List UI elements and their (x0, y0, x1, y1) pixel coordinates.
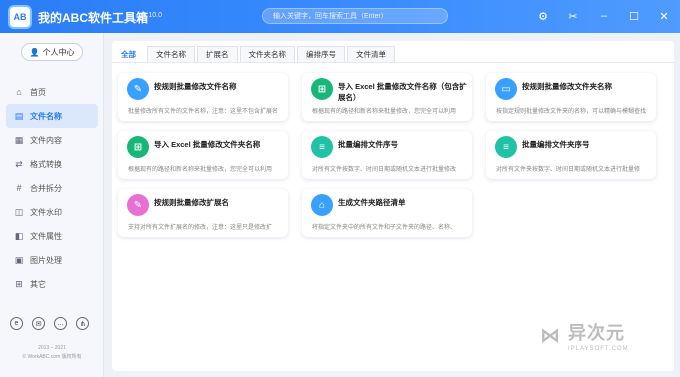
tool-card-title: 按规则批量修改扩展名 (154, 198, 229, 207)
copyright-text: © WorkABC.com 版权所有 (22, 354, 82, 360)
list-number-icon: ≡ (495, 136, 517, 158)
close-icon[interactable]: ✕ (656, 8, 672, 24)
user-icon: 👤 (29, 47, 40, 57)
minimize-icon[interactable]: – (596, 8, 612, 24)
tab-folder-name[interactable]: 文件夹名称 (239, 46, 295, 62)
attribute-icon: ◧ (14, 230, 24, 241)
user-center-label: 个人中心 (42, 47, 75, 57)
skin-icon[interactable]: ✂ (565, 8, 581, 24)
tool-card-title: 批量编排文件夹序号 (522, 140, 590, 149)
folder-icon: ▭ (495, 78, 517, 100)
excel-icon: ⊞ (127, 136, 149, 158)
settings-icon[interactable]: ⚙ (535, 8, 551, 24)
tool-card[interactable]: ≡ 批量编排文件序号 对所有文件按数字、时间日期或随机文本进行批量修改 (302, 131, 472, 179)
sidebar-item-other[interactable]: ⊞ 其它 (6, 272, 98, 296)
tool-card-desc: 按指定规则批量修改文件夹的名称，可以精确与模糊查找 (496, 109, 647, 115)
weibo-icon[interactable]: e (10, 317, 23, 330)
home-icon: ⌂ (16, 87, 22, 97)
tool-card-title: 生成文件夹路径清单 (338, 198, 406, 207)
app-version: v6.10.0 (139, 12, 162, 19)
sidebar-item-format-convert[interactable]: ⇄ 格式转换 (6, 152, 98, 176)
tool-card-desc: 对所有文件夹按数字、时间日期或随机文本进行批量修 (496, 167, 641, 173)
sidebar-item-label: 首页 (30, 87, 46, 97)
tab-extension[interactable]: 扩展名 (197, 46, 238, 62)
tool-card-desc: 根据现有的路径和新名称来批量修改，您完全可以利用 (312, 109, 457, 115)
share-icon[interactable]: ⋔ (76, 317, 89, 330)
main-panel: 全部 文件名称 扩展名 文件夹名称 编排序号 文件清单 ✎ 按规则批量修改文件名… (112, 41, 674, 371)
tab-all[interactable]: 全部 (112, 46, 145, 62)
list-number-icon: ≡ (311, 136, 333, 158)
tool-card-desc: 支持对所有文件扩展名的修改，注意：这里只是修改扩 (128, 225, 273, 231)
tool-card-desc: 对所有文件按数字、时间日期或随机文本进行批量修改 (312, 167, 457, 173)
user-center-button[interactable]: 👤 个人中心 (21, 43, 83, 61)
app-logo: AB (8, 5, 32, 29)
sidebar-nav: ⌂ 首页 ▤ 文件名称 ▦ 文件内容 ⇄ 格式转换 # 合并拆分 ◫ 文件水印 … (6, 80, 98, 296)
sidebar-item-label: 格式转换 (30, 159, 62, 169)
tab-file-name[interactable]: 文件名称 (147, 46, 195, 62)
file-content-icon: ▦ (14, 134, 24, 145)
tool-card-desc: 将指定文件夹中的所有文件和子文件夹的路径、名称、 (312, 225, 457, 231)
sidebar-item-label: 文件名称 (30, 111, 62, 121)
watermark-subtext: IPLAYSOFT.COM (568, 346, 629, 352)
sidebar-item-label: 文件水印 (30, 207, 62, 217)
tool-card[interactable]: ≡ 批量编排文件夹序号 对所有文件夹按数字、时间日期或随机文本进行批量修 (486, 131, 656, 179)
other-icon: ⊞ (15, 278, 23, 289)
copyright-years: 2013 – 2021 (38, 345, 66, 351)
sidebar-item-label: 其它 (30, 279, 46, 289)
tool-card-title: 按规则批量修改文件名称 (154, 82, 237, 91)
maximize-icon[interactable]: ☐ (626, 8, 642, 24)
tool-card-title: 按规则批量修改文件夹名称 (522, 82, 612, 91)
sidebar-item-watermark[interactable]: ◫ 文件水印 (6, 200, 98, 224)
sidebar-item-image[interactable]: ▣ 图片处理 (6, 248, 98, 272)
title-bar: AB 我的ABC软件工具箱 v6.10.0 ⚙ ✂ – ☐ ✕ (0, 0, 680, 33)
sidebar-item-home[interactable]: ⌂ 首页 (6, 80, 98, 104)
social-links: e ✉ … ⋔ (10, 317, 89, 330)
sidebar-item-merge-split[interactable]: # 合并拆分 (6, 176, 98, 200)
sidebar-item-label: 文件内容 (30, 135, 62, 145)
tool-card-title: 导入 Excel 批量修改文件夹名称 (154, 140, 261, 149)
sidebar-item-label: 文件属性 (30, 231, 62, 241)
watermark-text: 异次元 (568, 323, 625, 343)
sidebar-item-label: 合并拆分 (30, 183, 62, 193)
edit-icon: ✎ (127, 78, 149, 100)
app-title: 我的ABC软件工具箱 (38, 11, 148, 25)
watermark-icon: ◫ (14, 206, 24, 217)
sidebar: 👤 个人中心 ⌂ 首页 ▤ 文件名称 ▦ 文件内容 ⇄ 格式转换 # 合并拆分 … (0, 33, 104, 377)
tab-divider (112, 62, 674, 63)
folder-path-icon: ⌂ (311, 194, 333, 216)
search-input[interactable] (262, 8, 448, 24)
tool-card-title: 导入 Excel 批量修改文件名称（包含扩展名） (338, 82, 467, 102)
watermark-logo-icon: ⋈ (540, 325, 560, 347)
tool-card[interactable]: ⊞ 导入 Excel 批量修改文件夹名称 根据现有的路径和新名称来批量修改，您完… (118, 131, 288, 179)
tool-card-desc: 根据现有的路径和新名称来批量修改，您完全可以利用 (128, 167, 273, 173)
edit-icon: ✎ (127, 194, 149, 216)
tool-card[interactable]: ✎ 按规则批量修改扩展名 支持对所有文件扩展名的修改，注意：这里只是修改扩 (118, 189, 288, 237)
tab-file-list[interactable]: 文件清单 (347, 46, 395, 62)
tool-card-title: 批量编排文件序号 (338, 140, 398, 149)
tool-card-desc: 批量修改所有文件的文件名称，注意：这里不包含扩展名 (128, 109, 279, 115)
excel-icon: ⊞ (311, 78, 333, 100)
merge-split-icon: # (16, 183, 22, 193)
sidebar-item-file-content[interactable]: ▦ 文件内容 (6, 128, 98, 152)
tool-card[interactable]: ▭ 按规则批量修改文件夹名称 按指定规则批量修改文件夹的名称，可以精确与模糊查找 (486, 73, 656, 121)
sidebar-item-file-name[interactable]: ▤ 文件名称 (6, 104, 98, 128)
image-icon: ▣ (14, 254, 24, 265)
format-convert-icon: ⇄ (15, 158, 23, 169)
tool-card[interactable]: ⊞ 导入 Excel 批量修改文件名称（包含扩展名） 根据现有的路径和新名称来批… (302, 73, 472, 121)
mail-icon[interactable]: ✉ (32, 317, 45, 330)
sidebar-item-attribute[interactable]: ◧ 文件属性 (6, 224, 98, 248)
chat-icon[interactable]: … (54, 317, 67, 330)
file-name-icon: ▤ (14, 110, 24, 121)
tool-card[interactable]: ⌂ 生成文件夹路径清单 将指定文件夹中的所有文件和子文件夹的路径、名称、 (302, 189, 472, 237)
watermark: ⋈ 异次元 IPLAYSOFT.COM (540, 319, 629, 352)
sidebar-item-label: 图片处理 (30, 255, 62, 265)
tool-card[interactable]: ✎ 按规则批量修改文件名称 批量修改所有文件的文件名称，注意：这里不包含扩展名 (118, 73, 288, 121)
tab-numbering[interactable]: 编排序号 (297, 46, 345, 62)
